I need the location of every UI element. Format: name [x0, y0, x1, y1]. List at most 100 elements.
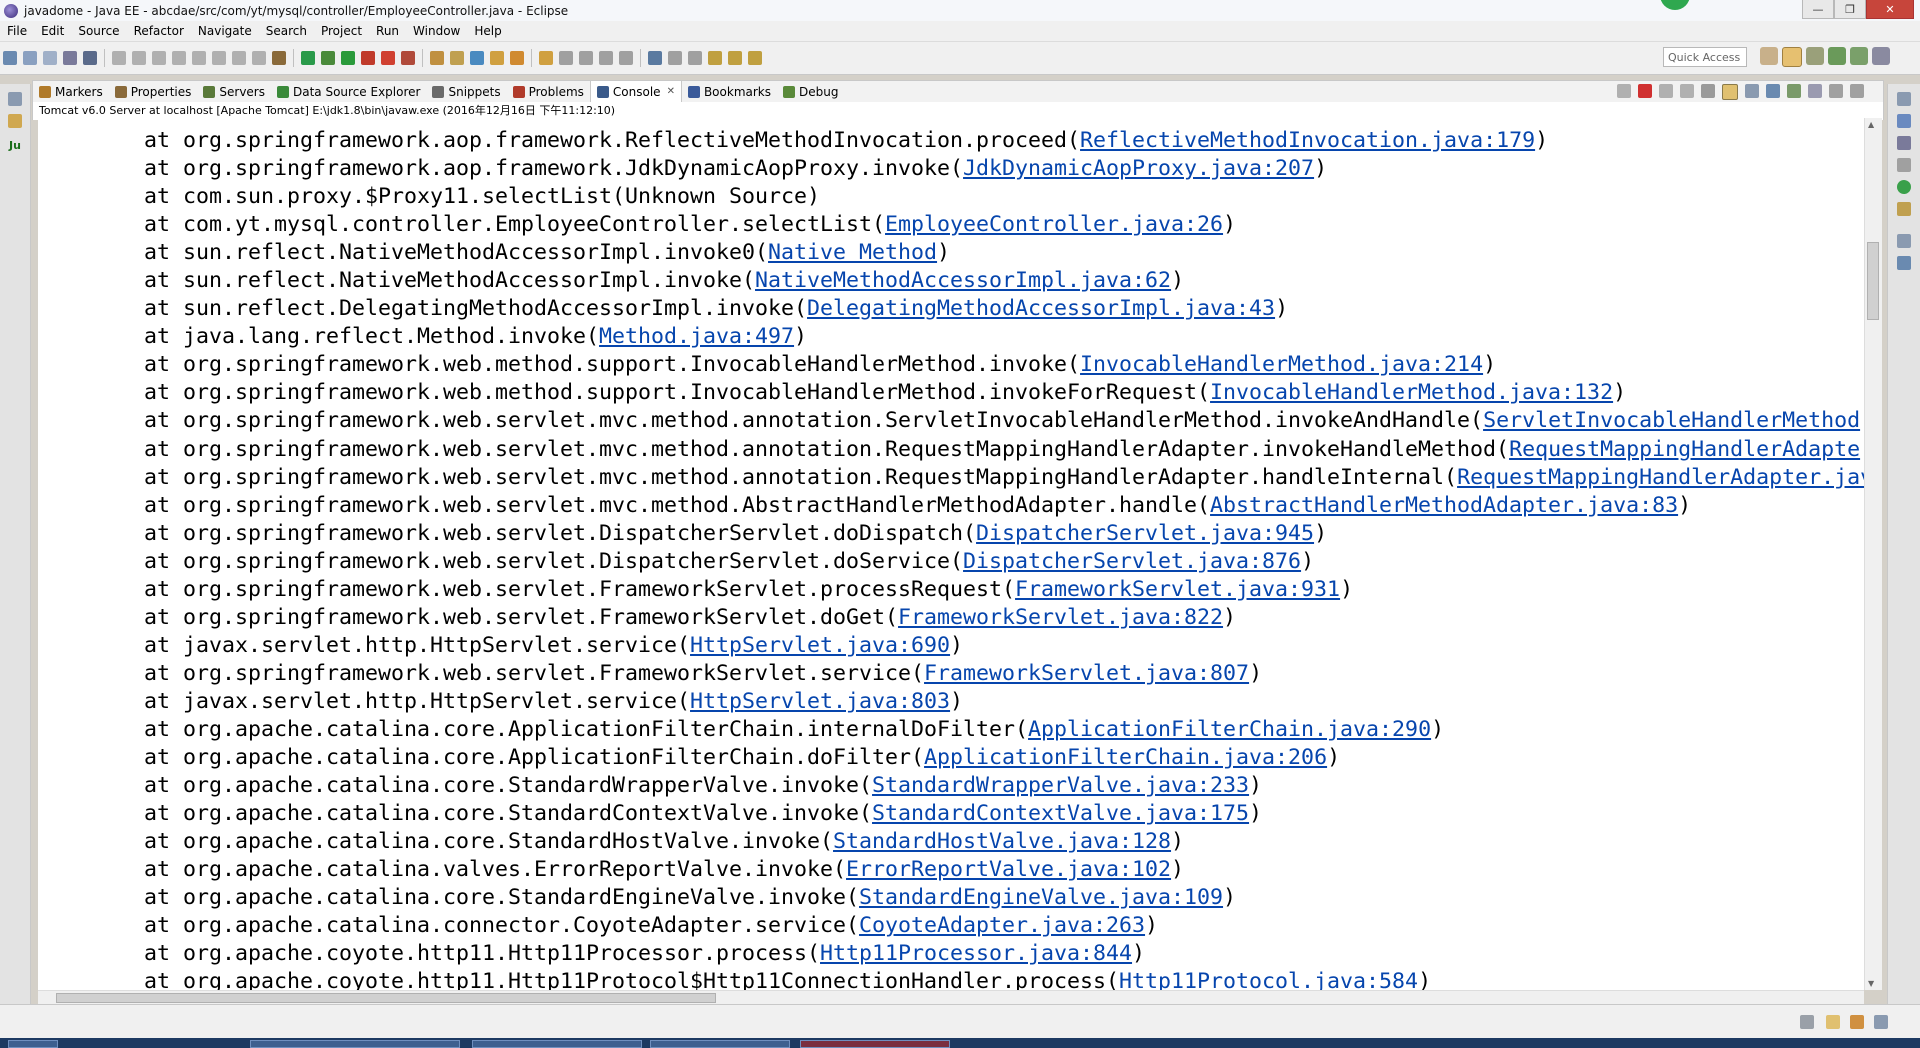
new-package-icon[interactable] [450, 51, 464, 65]
show-on-stderr-icon[interactable] [1745, 84, 1759, 98]
server-start-icon[interactable] [301, 51, 315, 65]
minimized-view-icon[interactable] [1897, 234, 1911, 248]
source-link[interactable]: InvocableHandlerMethod.java:132 [1210, 380, 1613, 405]
source-link[interactable]: AbstractHandlerMethodAdapter.java:83 [1210, 493, 1678, 518]
next-annotation-icon[interactable] [668, 51, 682, 65]
annotation-icon[interactable] [559, 51, 573, 65]
terminal-icon[interactable] [83, 51, 97, 65]
prev-annotation-icon[interactable] [688, 51, 702, 65]
status-network-icon[interactable] [1800, 1015, 1814, 1029]
junit-icon[interactable]: Ju [9, 139, 21, 152]
tab-problems[interactable]: Problems [507, 81, 590, 103]
open-type-icon[interactable] [490, 51, 504, 65]
source-link[interactable]: ApplicationFilterChain.java:206 [924, 745, 1327, 770]
source-link[interactable]: RequestMappingHandlerAdapte [1509, 437, 1860, 462]
step-return-icon[interactable] [232, 51, 246, 65]
source-link[interactable]: DispatcherServlet.java:876 [963, 549, 1301, 574]
git-perspective-icon[interactable] [1872, 47, 1890, 65]
tab-snippets[interactable]: Snippets [426, 81, 506, 103]
tab-data-source-explorer[interactable]: Data Source Explorer [271, 81, 426, 103]
step-over-icon[interactable] [212, 51, 226, 65]
new-server-icon[interactable] [401, 51, 415, 65]
taskbar-window-item[interactable] [250, 1040, 460, 1048]
step-into-icon[interactable] [192, 51, 206, 65]
close-tab-icon[interactable]: ✕ [667, 86, 675, 97]
task-list-icon[interactable] [1897, 136, 1911, 150]
tab-properties[interactable]: Properties [109, 81, 198, 103]
status-task-icon[interactable] [1826, 1015, 1840, 1029]
debug-perspective-icon[interactable] [1806, 47, 1824, 65]
remove-all-icon[interactable] [1659, 84, 1673, 98]
horizontal-scrollbar[interactable] [38, 990, 1864, 1005]
use-step-filters-icon[interactable] [272, 51, 286, 65]
source-link[interactable]: StandardHostValve.java:128 [833, 829, 1171, 854]
console-output[interactable]: at org.springframework.aop.framework.Ref… [38, 118, 1864, 990]
source-link[interactable]: InvocableHandlerMethod.java:214 [1080, 352, 1483, 377]
console-view-icon[interactable] [1897, 256, 1911, 270]
source-link[interactable]: StandardEngineValve.java:109 [859, 885, 1223, 910]
disconnect-icon[interactable] [172, 51, 186, 65]
taskbar-window-item[interactable] [650, 1040, 790, 1048]
menu-help[interactable]: Help [467, 24, 508, 38]
source-link[interactable]: StandardWrapperValve.java:233 [872, 773, 1249, 798]
menu-edit[interactable]: Edit [34, 24, 71, 38]
tab-debug[interactable]: Debug [777, 81, 844, 103]
minimize-view-icon[interactable] [1829, 84, 1843, 98]
run-icon[interactable] [341, 51, 355, 65]
status-progress-icon[interactable] [1874, 1015, 1888, 1029]
taskbar-window-item[interactable] [472, 1040, 642, 1048]
scroll-up-icon[interactable]: ▲ [1868, 120, 1874, 129]
source-link[interactable]: DispatcherServlet.java:945 [976, 521, 1314, 546]
source-link[interactable]: RequestMappingHandlerAdapter.jav [1457, 465, 1864, 490]
scroll-lock-icon[interactable] [1701, 84, 1715, 98]
source-link[interactable]: NativeMethodAccessorImpl.java:62 [755, 268, 1171, 293]
quick-access-input[interactable]: Quick Access [1663, 47, 1747, 67]
status-spring-icon[interactable] [1850, 1015, 1864, 1029]
menu-project[interactable]: Project [314, 24, 369, 38]
block-selection-icon[interactable] [599, 51, 613, 65]
coverage-icon[interactable] [361, 51, 375, 65]
terminate-icon[interactable] [152, 51, 166, 65]
spring-perspective-icon[interactable] [1850, 47, 1868, 65]
resume-icon[interactable] [112, 51, 126, 65]
source-link[interactable]: StandardContextValve.java:175 [872, 801, 1249, 826]
suspend-icon[interactable] [132, 51, 146, 65]
menu-source[interactable]: Source [71, 24, 126, 38]
source-link[interactable]: Method.java:497 [599, 324, 794, 349]
print-icon[interactable] [63, 51, 77, 65]
external-tools-icon[interactable] [381, 51, 395, 65]
terminate-icon[interactable] [1638, 84, 1652, 98]
vertical-scrollbar[interactable]: ▲ ▼ [1864, 118, 1882, 990]
save-icon[interactable] [23, 51, 37, 65]
taskbar-start-icon[interactable] [8, 1040, 58, 1048]
save-all-icon[interactable] [43, 51, 57, 65]
toggle-mark-icon[interactable] [579, 51, 593, 65]
menu-search[interactable]: Search [259, 24, 314, 38]
restore-right-icon[interactable] [1897, 92, 1911, 106]
source-link[interactable]: FrameworkServlet.java:807 [924, 661, 1249, 686]
show-whitespace-icon[interactable] [619, 51, 633, 65]
source-link[interactable]: FrameworkServlet.java:822 [898, 605, 1223, 630]
tab-markers[interactable]: Markers [33, 81, 109, 103]
menu-run[interactable]: Run [369, 24, 406, 38]
open-perspective-icon[interactable] [1760, 47, 1778, 65]
maximize-button[interactable]: ❐ [1834, 0, 1866, 19]
source-link[interactable]: Http11Processor.java:844 [820, 941, 1132, 966]
menu-navigate[interactable]: Navigate [191, 24, 259, 38]
drop-to-frame-icon[interactable] [252, 51, 266, 65]
source-link[interactable]: CoyoteAdapter.java:263 [859, 913, 1145, 938]
source-link[interactable]: JdkDynamicAopProxy.java:207 [963, 156, 1314, 181]
new-java-project-icon[interactable] [430, 51, 444, 65]
source-link[interactable]: ReflectiveMethodInvocation.java:179 [1080, 128, 1535, 153]
new-icon[interactable] [3, 51, 17, 65]
close-button[interactable]: ✕ [1866, 0, 1914, 19]
globe-icon[interactable] [648, 51, 662, 65]
source-link[interactable]: DelegatingMethodAccessorImpl.java:43 [807, 296, 1275, 321]
taskbar-eclipse-item[interactable] [800, 1040, 950, 1048]
vertical-scroll-thumb[interactable] [1867, 242, 1879, 320]
scroll-down-icon[interactable]: ▼ [1868, 979, 1874, 988]
debug-run-icon[interactable] [321, 51, 335, 65]
source-link[interactable]: FrameworkServlet.java:931 [1015, 577, 1340, 602]
show-on-stdout-icon[interactable] [1722, 84, 1738, 100]
palette-icon[interactable] [1897, 202, 1911, 216]
